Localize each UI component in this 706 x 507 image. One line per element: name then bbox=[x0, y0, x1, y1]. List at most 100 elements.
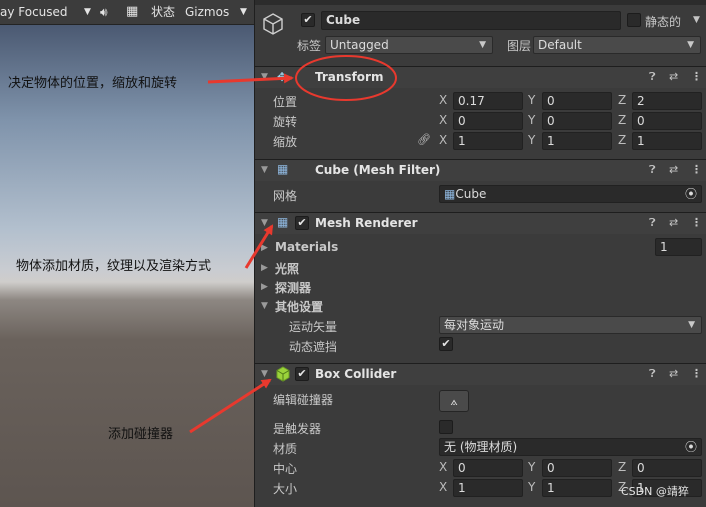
additional-settings-label[interactable]: 其他设置 bbox=[275, 298, 323, 315]
scale-x-field[interactable]: 1 bbox=[453, 132, 523, 150]
rotation-y-field[interactable]: 0 bbox=[542, 112, 612, 130]
static-checkbox[interactable] bbox=[627, 13, 641, 27]
object-active-checkbox[interactable]: ✔ bbox=[301, 13, 315, 27]
position-y-axis[interactable]: Y bbox=[528, 93, 535, 107]
chevron-down-icon: ▼ bbox=[687, 40, 694, 50]
gizmos-dropdown-icon[interactable]: ▼ bbox=[240, 2, 247, 22]
state-label: 状态 bbox=[151, 5, 176, 19]
help-icon[interactable]: ❓︎ bbox=[649, 163, 656, 177]
center-z-axis[interactable]: Z bbox=[618, 460, 626, 474]
mesh-filter-header[interactable]: ▼ ▦ Cube (Mesh Filter) ❓︎ ⇄ ⋮ bbox=[255, 159, 706, 181]
position-z-axis[interactable]: Z bbox=[618, 93, 626, 107]
motion-vectors-dropdown[interactable]: 每对象运动 ▼ bbox=[439, 316, 702, 334]
scale-z-field[interactable]: 1 bbox=[632, 132, 702, 150]
position-y-field[interactable]: 0 bbox=[542, 92, 612, 110]
edit-collider-button[interactable]: ⟑ bbox=[439, 390, 469, 412]
size-y-field[interactable]: 1 bbox=[542, 479, 612, 497]
more-menu-icon[interactable]: ⋮ bbox=[691, 367, 702, 380]
object-picker-icon[interactable]: ⦿ bbox=[685, 186, 697, 202]
lighting-foldout-icon[interactable]: ▶ bbox=[261, 263, 268, 273]
audio-icon[interactable]: 🔊︎ bbox=[100, 2, 108, 22]
help-icon[interactable]: ❓︎ bbox=[649, 367, 656, 381]
box-collider-enabled-checkbox[interactable]: ✔ bbox=[295, 367, 309, 381]
transform-icon: ✥ bbox=[277, 70, 288, 84]
help-icon[interactable]: ❓︎ bbox=[649, 216, 656, 230]
foldout-arrow-icon[interactable]: ▼ bbox=[261, 218, 268, 228]
mesh-object-field[interactable]: ▦Cube ⦿ bbox=[439, 185, 702, 203]
collider-material-value: 无 (物理材质) bbox=[444, 440, 518, 454]
size-x-field[interactable]: 1 bbox=[453, 479, 523, 497]
layer-label: 图层 bbox=[507, 39, 532, 53]
tag-dropdown[interactable]: Untagged ▼ bbox=[325, 36, 493, 54]
rotation-x-value: 0 bbox=[458, 114, 466, 128]
help-icon[interactable]: ❓︎ bbox=[649, 70, 656, 84]
mesh-renderer-enabled-checkbox[interactable]: ✔ bbox=[295, 216, 309, 230]
center-y-value: 0 bbox=[547, 461, 555, 475]
center-y-field[interactable]: 0 bbox=[542, 459, 612, 477]
scale-x-axis[interactable]: X bbox=[439, 133, 447, 147]
more-menu-icon[interactable]: ⋮ bbox=[691, 70, 702, 83]
scale-z-axis[interactable]: Z bbox=[618, 133, 626, 147]
is-trigger-checkbox[interactable] bbox=[439, 420, 453, 434]
chevron-down-icon[interactable]: ▼ bbox=[84, 2, 91, 22]
state-button[interactable]: 状态 bbox=[151, 2, 175, 22]
rotation-z-field[interactable]: 0 bbox=[632, 112, 702, 130]
transform-header[interactable]: ▼ ✥ Transform ❓︎ ⇄ ⋮ bbox=[255, 66, 706, 88]
object-name-field[interactable]: Cube bbox=[321, 11, 621, 30]
collider-material-label: 材质 bbox=[273, 442, 298, 456]
static-dropdown-icon[interactable]: ▼ bbox=[693, 15, 700, 25]
preset-icon[interactable]: ⇄ bbox=[669, 367, 678, 380]
edit-collider-label: 编辑碰撞器 bbox=[273, 393, 334, 407]
lighting-label[interactable]: 光照 bbox=[275, 260, 299, 277]
mesh-renderer-header[interactable]: ▼ ▦ ✔ Mesh Renderer ❓︎ ⇄ ⋮ bbox=[255, 212, 706, 234]
rotation-z-axis[interactable]: Z bbox=[618, 113, 626, 127]
gizmos-button[interactable]: Gizmos bbox=[185, 2, 229, 22]
materials-foldout-icon[interactable]: ▶ bbox=[261, 243, 268, 253]
link-scale-icon[interactable]: 🔗︎ bbox=[417, 133, 431, 146]
materials-count-field[interactable]: 1 bbox=[655, 238, 702, 256]
center-z-field[interactable]: 0 bbox=[632, 459, 702, 477]
position-label: 位置 bbox=[273, 95, 298, 109]
dynamic-occlusion-checkbox[interactable]: ✔ bbox=[439, 337, 453, 351]
chevron-down-icon: ▼ bbox=[479, 40, 486, 50]
stats-grid-icon[interactable]: ▦ bbox=[126, 2, 138, 22]
probes-label[interactable]: 探测器 bbox=[275, 279, 311, 296]
center-y-axis[interactable]: Y bbox=[528, 460, 535, 474]
materials-label[interactable]: Materials bbox=[275, 240, 338, 254]
position-y-value: 0 bbox=[547, 94, 555, 108]
size-y-axis[interactable]: Y bbox=[528, 480, 535, 494]
box-collider-header[interactable]: ▼ ✔ Box Collider ❓︎ ⇄ ⋮ bbox=[255, 363, 706, 385]
box-collider-title: Box Collider bbox=[315, 367, 397, 381]
additional-settings-foldout-icon[interactable]: ▼ bbox=[261, 301, 268, 311]
position-z-field[interactable]: 2 bbox=[632, 92, 702, 110]
preset-icon[interactable]: ⇄ bbox=[669, 216, 678, 229]
rotation-x-axis[interactable]: X bbox=[439, 113, 447, 127]
preset-icon[interactable]: ⇄ bbox=[669, 163, 678, 176]
more-menu-icon[interactable]: ⋮ bbox=[691, 163, 702, 176]
foldout-arrow-icon[interactable]: ▼ bbox=[261, 165, 268, 175]
position-x-axis[interactable]: X bbox=[439, 93, 447, 107]
position-x-field[interactable]: 0.17 bbox=[453, 92, 523, 110]
center-x-axis[interactable]: X bbox=[439, 460, 447, 474]
scale-y-axis[interactable]: Y bbox=[528, 133, 535, 147]
motion-vectors-value: 每对象运动 bbox=[444, 318, 505, 332]
focus-mode-dropdown[interactable]: ay Focused bbox=[0, 2, 68, 22]
motion-vectors-label: 运动矢量 bbox=[289, 320, 338, 334]
inspector-top-strip bbox=[255, 0, 706, 5]
size-x-axis[interactable]: X bbox=[439, 480, 447, 494]
probes-foldout-icon[interactable]: ▶ bbox=[261, 282, 268, 292]
rotation-x-field[interactable]: 0 bbox=[453, 112, 523, 130]
gizmos-label: Gizmos bbox=[185, 5, 230, 19]
foldout-arrow-icon[interactable]: ▼ bbox=[261, 369, 268, 379]
object-picker-icon[interactable]: ⦿ bbox=[685, 439, 697, 455]
renderer-annotation: 物体添加材质，纹理以及渲染方式 bbox=[16, 259, 212, 274]
rotation-y-axis[interactable]: Y bbox=[528, 113, 535, 127]
transform-annotation: 决定物体的位置，缩放和旋转 bbox=[8, 76, 178, 91]
scale-y-field[interactable]: 1 bbox=[542, 132, 612, 150]
foldout-arrow-icon[interactable]: ▼ bbox=[261, 72, 268, 82]
preset-icon[interactable]: ⇄ bbox=[669, 70, 678, 83]
collider-material-field[interactable]: 无 (物理材质) ⦿ bbox=[439, 438, 702, 456]
layer-dropdown[interactable]: Default ▼ bbox=[533, 36, 701, 54]
center-x-field[interactable]: 0 bbox=[453, 459, 523, 477]
more-menu-icon[interactable]: ⋮ bbox=[691, 216, 702, 229]
